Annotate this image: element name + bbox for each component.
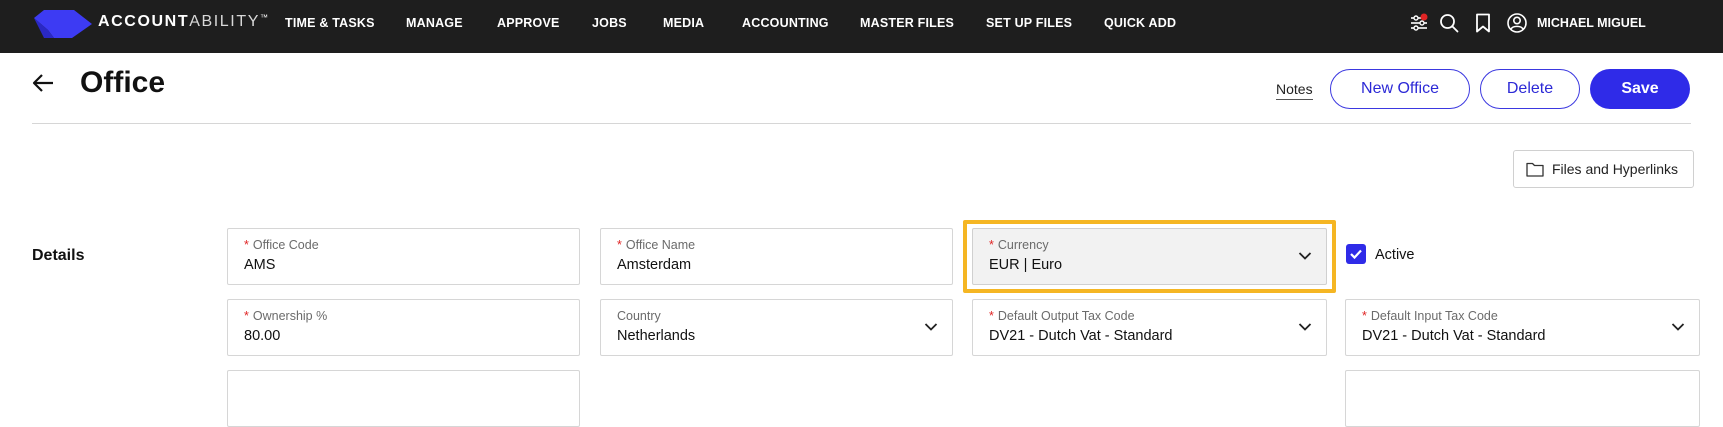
required-marker: * — [989, 238, 994, 252]
delete-button[interactable]: Delete — [1480, 69, 1580, 109]
currency-value: EUR | Euro — [989, 257, 1063, 273]
required-marker: * — [1362, 309, 1367, 323]
default-input-tax-code-select[interactable]: * Default Input Tax Code DV21 - Dutch Vat… — [1345, 299, 1700, 356]
required-marker: * — [244, 309, 249, 323]
nav-time-tasks[interactable]: TIME & TASKS — [285, 16, 375, 30]
ownership-percent-field[interactable]: * Ownership % 80.00 — [227, 299, 580, 356]
output-tax-value: DV21 - Dutch Vat - Standard — [989, 328, 1173, 344]
chevron-down-icon — [1671, 323, 1685, 331]
output-tax-label: Default Output Tax Code — [997, 309, 1135, 323]
country-select[interactable]: Country Netherlands — [600, 299, 953, 356]
save-button[interactable]: Save — [1590, 69, 1690, 109]
country-label: Country — [617, 309, 661, 323]
ownership-value: 80.00 — [244, 328, 281, 344]
files-and-hyperlinks-label: Files and Hyperlinks — [1552, 161, 1679, 177]
nav-quick-add[interactable]: QUICK ADD — [1104, 16, 1176, 30]
chevron-down-icon — [1298, 323, 1312, 331]
files-and-hyperlinks-button[interactable]: Files and Hyperlinks — [1513, 150, 1694, 188]
search-icon[interactable] — [1438, 12, 1460, 34]
currency-label: Currency — [997, 238, 1049, 252]
office-code-label: Office Code — [252, 238, 319, 252]
office-name-value: Amsterdam — [617, 257, 692, 273]
bookmark-icon[interactable] — [1472, 12, 1494, 34]
required-marker: * — [244, 238, 249, 252]
nav-set-up-files[interactable]: SET UP FILES — [986, 16, 1072, 30]
office-code-value: AMS — [244, 257, 276, 273]
notes-link[interactable]: Notes — [1276, 81, 1313, 100]
office-name-label: Office Name — [625, 238, 696, 252]
chevron-down-icon — [924, 323, 938, 331]
row3-field-partial[interactable] — [227, 370, 580, 427]
ownership-label: Ownership % — [252, 309, 328, 323]
back-arrow-icon[interactable] — [31, 72, 55, 94]
required-marker: * — [617, 238, 622, 252]
row3-field-partial-right[interactable] — [1345, 370, 1700, 427]
details-section-label: Details — [32, 247, 85, 264]
input-tax-value: DV21 - Dutch Vat - Standard — [1362, 328, 1546, 344]
new-office-button[interactable]: New Office — [1330, 69, 1470, 109]
page-title: Office — [80, 66, 166, 99]
accountability-logo-icon[interactable] — [34, 8, 92, 38]
user-name[interactable]: MICHAEL MIGUEL — [1537, 16, 1646, 30]
active-checkbox[interactable] — [1346, 244, 1366, 264]
user-icon[interactable] — [1506, 12, 1528, 34]
active-label: Active — [1375, 247, 1415, 263]
currency-select[interactable]: * Currency EUR | Euro — [972, 228, 1327, 285]
top-navigation-bar: ACCOUNTABILITY™ TIME & TASKS MANAGE APPR… — [0, 0, 1723, 53]
header-divider — [32, 123, 1691, 124]
office-name-field[interactable]: * Office Name Amsterdam — [600, 228, 953, 285]
country-value: Netherlands — [617, 328, 696, 344]
checkmark-icon — [1350, 249, 1362, 260]
nav-manage[interactable]: MANAGE — [406, 16, 463, 30]
filter-settings-icon[interactable] — [1408, 12, 1430, 34]
nav-accounting[interactable]: ACCOUNTING — [742, 16, 829, 30]
nav-jobs[interactable]: JOBS — [592, 16, 627, 30]
default-output-tax-code-select[interactable]: * Default Output Tax Code DV21 - Dutch Va… — [972, 299, 1327, 356]
required-marker: * — [989, 309, 994, 323]
nav-approve[interactable]: APPROVE — [497, 16, 560, 30]
nav-master-files[interactable]: MASTER FILES — [860, 16, 954, 30]
brand-name[interactable]: ACCOUNTABILITY™ — [98, 13, 268, 31]
nav-media[interactable]: MEDIA — [663, 16, 704, 30]
folder-icon — [1526, 162, 1544, 177]
office-code-field[interactable]: * Office Code AMS — [227, 228, 580, 285]
chevron-down-icon — [1298, 252, 1312, 260]
input-tax-label: Default Input Tax Code — [1370, 309, 1498, 323]
